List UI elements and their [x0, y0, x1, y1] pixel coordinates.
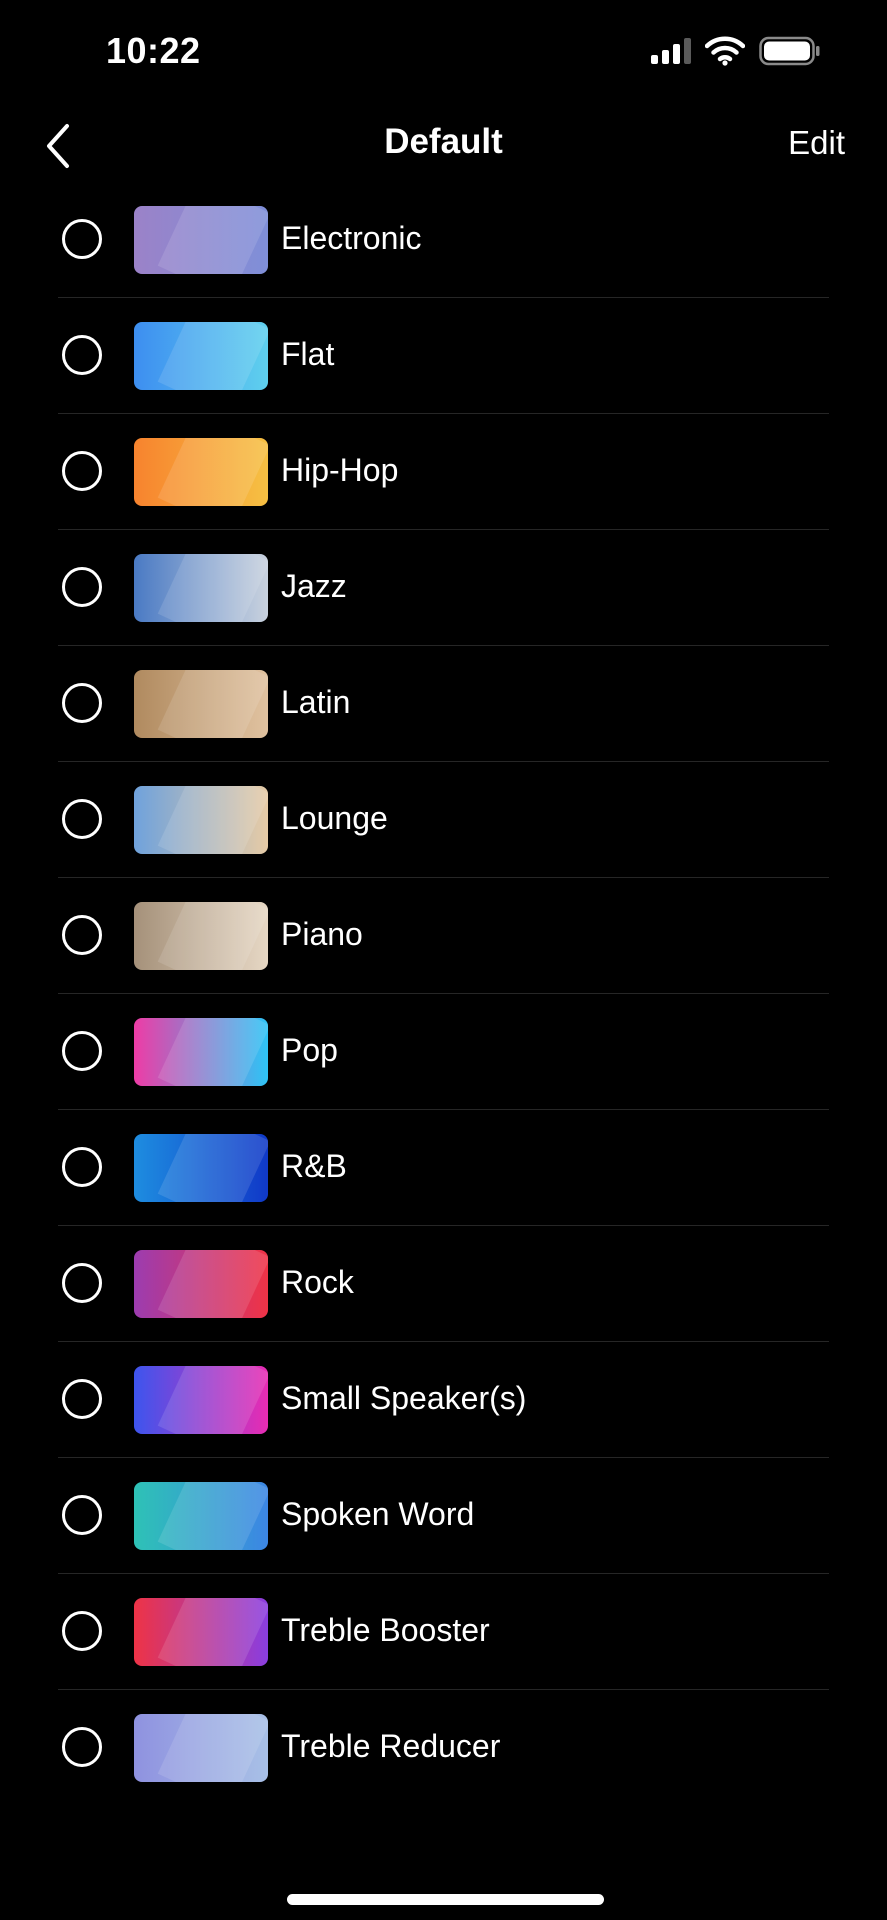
- preset-label: Jazz: [281, 568, 347, 604]
- preset-label: Spoken Word: [281, 1496, 475, 1532]
- radio-button-icon[interactable]: [62, 683, 102, 723]
- preset-label: Flat: [281, 336, 335, 372]
- preset-row[interactable]: Electronic: [0, 182, 887, 298]
- battery-icon: [759, 36, 820, 66]
- preset-row[interactable]: R&B: [0, 1110, 887, 1226]
- status-time: 10:22: [106, 30, 201, 71]
- preset-row[interactable]: Latin: [0, 646, 887, 762]
- preset-label: R&B: [281, 1148, 347, 1184]
- preset-thumbnail: [134, 786, 268, 854]
- preset-row[interactable]: Jazz: [0, 530, 887, 646]
- radio-button-icon[interactable]: [62, 1147, 102, 1187]
- wifi-icon: [705, 36, 745, 66]
- preset-row[interactable]: Spoken Word: [0, 1458, 887, 1574]
- edit-button[interactable]: Edit: [788, 124, 845, 162]
- preset-label: Small Speaker(s): [281, 1380, 527, 1416]
- preset-thumbnail: [134, 1598, 268, 1666]
- preset-thumbnail: [134, 1714, 268, 1782]
- preset-thumbnail: [134, 1018, 268, 1086]
- preset-row[interactable]: Rock: [0, 1226, 887, 1342]
- radio-button-icon[interactable]: [62, 1031, 102, 1071]
- preset-label: Pop: [281, 1032, 338, 1068]
- preset-thumbnail: [134, 670, 268, 738]
- preset-label: Hip-Hop: [281, 452, 399, 488]
- navigation-bar: Default Edit: [0, 108, 887, 184]
- radio-button-icon[interactable]: [62, 335, 102, 375]
- preset-row[interactable]: Pop: [0, 994, 887, 1110]
- radio-button-icon[interactable]: [62, 1611, 102, 1651]
- preset-row[interactable]: Lounge: [0, 762, 887, 878]
- preset-row[interactable]: Hip-Hop: [0, 414, 887, 530]
- preset-thumbnail: [134, 438, 268, 506]
- preset-thumbnail: [134, 1134, 268, 1202]
- preset-row[interactable]: Piano: [0, 878, 887, 994]
- cellular-signal-icon: [651, 38, 691, 64]
- eq-preset-list: Electronic Flat Hip-Hop Jazz Latin Lounge Pian…: [0, 182, 887, 1806]
- preset-row[interactable]: Treble Booster: [0, 1574, 887, 1690]
- status-bar: 10:22: [0, 0, 887, 108]
- radio-button-icon[interactable]: [62, 219, 102, 259]
- radio-button-icon[interactable]: [62, 799, 102, 839]
- radio-button-icon[interactable]: [62, 451, 102, 491]
- radio-button-icon[interactable]: [62, 567, 102, 607]
- preset-label: Rock: [281, 1264, 354, 1300]
- page-title: Default: [384, 122, 503, 161]
- preset-thumbnail: [134, 1250, 268, 1318]
- preset-label: Lounge: [281, 800, 388, 836]
- radio-button-icon[interactable]: [62, 1727, 102, 1767]
- preset-label: Piano: [281, 916, 363, 952]
- preset-thumbnail: [134, 1366, 268, 1434]
- radio-button-icon[interactable]: [62, 1495, 102, 1535]
- preset-thumbnail: [134, 554, 268, 622]
- preset-label: Treble Booster: [281, 1612, 490, 1648]
- preset-thumbnail: [134, 206, 268, 274]
- radio-button-icon[interactable]: [62, 1263, 102, 1303]
- preset-thumbnail: [134, 1482, 268, 1550]
- preset-label: Treble Reducer: [281, 1728, 501, 1764]
- status-icons: [651, 36, 821, 66]
- home-indicator[interactable]: [287, 1894, 604, 1905]
- preset-row[interactable]: Treble Reducer: [0, 1690, 887, 1806]
- preset-label: Latin: [281, 684, 351, 720]
- radio-button-icon[interactable]: [62, 1379, 102, 1419]
- radio-button-icon[interactable]: [62, 915, 102, 955]
- preset-row[interactable]: Flat: [0, 298, 887, 414]
- preset-label: Electronic: [281, 220, 422, 256]
- preset-thumbnail: [134, 322, 268, 390]
- preset-thumbnail: [134, 902, 268, 970]
- preset-row[interactable]: Small Speaker(s): [0, 1342, 887, 1458]
